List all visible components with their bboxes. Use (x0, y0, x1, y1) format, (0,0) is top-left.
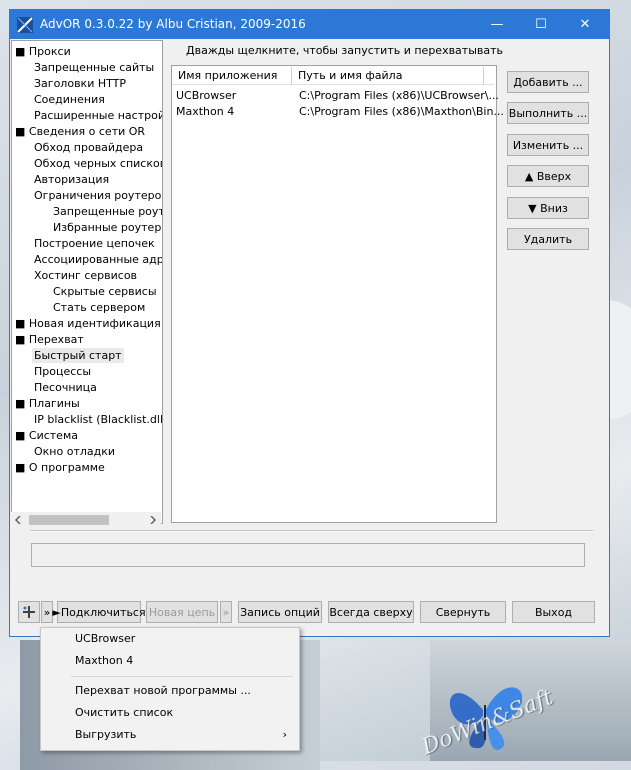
list-header: Имя приложения Путь и имя файла (172, 67, 494, 85)
window-title: AdvOR 0.3.0.22 by Albu Cristian, 2009-20… (40, 17, 306, 31)
list-item-path[interactable]: C:\Program Files (x86)\Maxthon\Bin... (299, 104, 504, 119)
menu-item-label: Очистить список (75, 706, 174, 719)
tree-item[interactable]: Окно отладки (34, 444, 115, 459)
menu-item-label: Maxthon 4 (75, 654, 134, 667)
tree-item[interactable]: Ассоциированные адреса (34, 252, 162, 267)
menu-item-clear-list[interactable]: Очистить список (41, 702, 299, 724)
network-icon (23, 606, 35, 618)
always-on-top-button[interactable]: Всегда сверху (328, 601, 414, 623)
new-chain-button[interactable]: Новая цепь (146, 601, 218, 623)
tree-item-system[interactable]: ■ Система (15, 428, 78, 443)
tree-item[interactable]: Процессы (34, 364, 91, 379)
exit-button[interactable]: Выход (512, 601, 595, 623)
tree-item[interactable]: Хостинг сервисов (34, 268, 137, 283)
watermark: DoWin&Saft (418, 670, 628, 763)
add-button[interactable]: Добавить ... (507, 71, 589, 93)
main-window: AdvOR 0.3.0.22 by Albu Cristian, 2009-20… (9, 9, 610, 637)
scroll-left-icon[interactable] (14, 516, 22, 524)
menu-item-maxthon[interactable]: Maxthon 4 (41, 650, 299, 672)
tree-item[interactable]: Запрещенные роутеры (53, 204, 162, 219)
tree-item-quick-start[interactable]: Быстрый старт (32, 348, 124, 363)
close-button[interactable]: ✕ (563, 10, 607, 39)
tree-item[interactable]: Авторизация (34, 172, 109, 187)
tree-item[interactable]: Ограничения роутеров (34, 188, 162, 203)
tree-item-plugins[interactable]: ■ Плагины (15, 396, 80, 411)
menu-item-unload[interactable]: Выгрузить › (41, 724, 299, 746)
tree-item-network[interactable]: ■ Сведения о сети OR (15, 124, 145, 139)
menu-item-intercept-new[interactable]: Перехват новой программы ... (41, 680, 299, 702)
app-icon (17, 17, 33, 33)
column-header-path[interactable]: Путь и имя файла (292, 67, 484, 84)
tree-item[interactable]: Запрещенные сайты (34, 60, 154, 75)
run-button[interactable]: Выполнить ... (507, 102, 589, 124)
edit-button[interactable]: Изменить ... (507, 134, 589, 156)
connect-button[interactable]: ►Подключиться (52, 601, 146, 623)
context-menu: UCBrowser Maxthon 4 Перехват новой прогр… (40, 627, 300, 751)
applications-list[interactable]: Имя приложения Путь и имя файла UCBrowse… (171, 65, 504, 523)
hint-label: Дважды щелкните, чтобы запустить и перех… (186, 44, 504, 57)
tree-item-about[interactable]: ■ О программе (15, 460, 105, 475)
status-bar (31, 543, 585, 567)
maximize-button[interactable]: ☐ (519, 10, 563, 39)
tree-item-intercept[interactable]: ■ Перехват (15, 332, 84, 347)
delete-button[interactable]: Удалить (507, 228, 589, 250)
tree-item[interactable]: Обход черных списков T (34, 156, 162, 171)
tree-item[interactable]: Соединения (34, 92, 105, 107)
move-down-button[interactable]: ▼ Вниз (507, 197, 589, 219)
tree-item[interactable]: Избранные роутеры (53, 220, 162, 235)
tree-item[interactable]: Скрытые сервисы (53, 284, 157, 299)
tree-item-proxy[interactable]: ■ Прокси (15, 44, 71, 59)
title-bar[interactable]: AdvOR 0.3.0.22 by Albu Cristian, 2009-20… (10, 10, 609, 39)
tree-item[interactable]: Заголовки HTTP (34, 76, 126, 91)
list-item-name[interactable]: UCBrowser (176, 88, 236, 103)
scroll-thumb[interactable] (29, 515, 109, 525)
tree-item[interactable]: Обход провайдера (34, 140, 143, 155)
move-up-button[interactable]: ▲ Вверх (507, 165, 589, 187)
tree-item[interactable]: Песочница (34, 380, 97, 395)
save-options-button[interactable]: Запись опций (238, 601, 322, 623)
chevron-right-icon: › (282, 728, 287, 741)
column-header-name[interactable]: Имя приложения (172, 67, 292, 84)
tree-item[interactable]: IP blacklist (Blacklist.dll) (34, 412, 162, 427)
scroll-right-icon[interactable] (149, 516, 157, 524)
tree-horizontal-scrollbar[interactable] (11, 512, 161, 528)
minimize-button[interactable]: — (475, 10, 519, 39)
menu-item-label: Перехват новой программы ... (75, 684, 251, 697)
settings-tree[interactable]: ■ Прокси Запрещенные сайты Заголовки HTT… (11, 40, 163, 524)
list-item-path[interactable]: C:\Program Files (x86)\UCBrowser\... (299, 88, 499, 103)
tree-item[interactable]: Расширенные настройки (34, 108, 162, 123)
minimize-to-tray-button[interactable]: Свернуть (420, 601, 506, 623)
list-item-name[interactable]: Maxthon 4 (176, 104, 234, 119)
tree-item[interactable]: Построение цепочек (34, 236, 155, 251)
menu-separator (71, 676, 293, 677)
menu-item-label: UCBrowser (75, 632, 136, 645)
more-button-2[interactable]: » (220, 601, 232, 623)
tree-item[interactable]: Стать сервером (53, 300, 145, 315)
menu-item-label: Выгрузить (75, 728, 137, 741)
tree-item-new-identity[interactable]: ■ Новая идентификация (15, 316, 161, 331)
more-button[interactable]: » (41, 601, 53, 623)
divider (30, 530, 593, 532)
menu-icon-button[interactable] (18, 601, 40, 623)
menu-item-ucbrowser[interactable]: UCBrowser (41, 628, 299, 650)
